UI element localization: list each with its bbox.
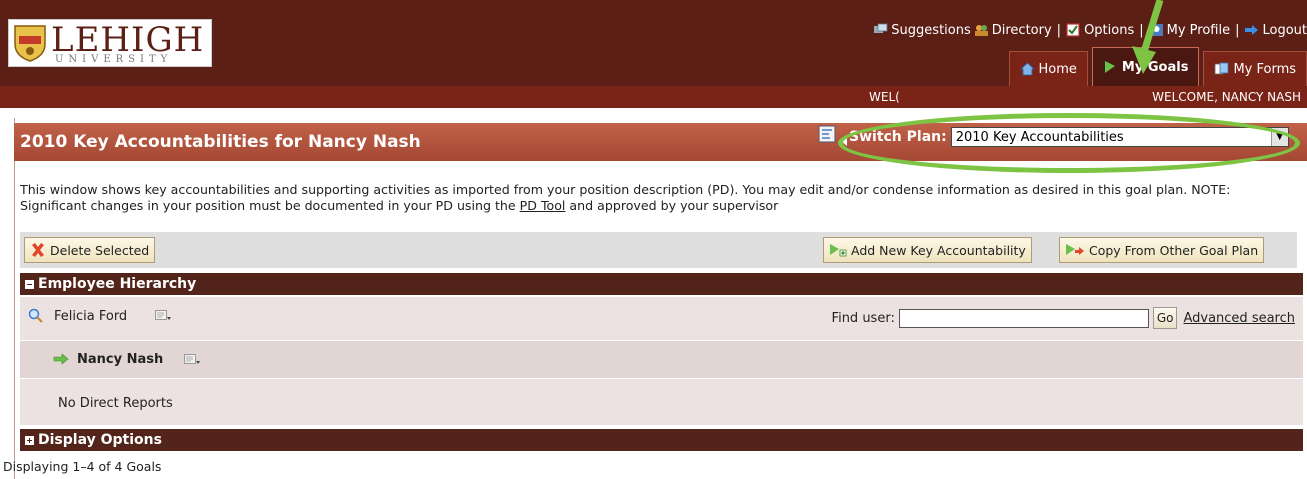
home-icon bbox=[1019, 62, 1035, 76]
display-options-header[interactable]: Display Options bbox=[20, 429, 1303, 451]
delete-selected-label: Delete Selected bbox=[50, 242, 150, 258]
find-user-label: Find user: bbox=[831, 310, 895, 326]
welcome-text-truncated: WEL( bbox=[869, 90, 900, 104]
current-user-row: Nancy Nash bbox=[20, 341, 1303, 378]
directory-icon bbox=[974, 25, 988, 36]
direct-reports-row: No Direct Reports bbox=[20, 379, 1303, 425]
separator: | bbox=[1056, 22, 1062, 38]
add-key-accountability-button[interactable]: Add New Key Accountability bbox=[823, 237, 1032, 263]
add-icon bbox=[830, 244, 847, 257]
add-key-accountability-label: Add New Key Accountability bbox=[851, 242, 1026, 258]
expand-icon[interactable] bbox=[25, 435, 34, 445]
logout-label: Logout bbox=[1262, 22, 1307, 38]
advanced-search-link[interactable]: Advanced search bbox=[1183, 311, 1295, 326]
my-profile-label: My Profile bbox=[1166, 22, 1231, 38]
description-text-end: and approved by your supervisor bbox=[565, 198, 779, 213]
welcome-text: WELCOME, NANCY NASH bbox=[1152, 90, 1301, 104]
vcard-menu-icon[interactable] bbox=[184, 354, 201, 366]
suggestions-icon bbox=[874, 23, 888, 33]
supervisor-row: Felicia Ford Find user: Go Advanced sear… bbox=[20, 297, 1303, 340]
options-icon bbox=[1066, 23, 1080, 37]
vcard-menu-icon[interactable] bbox=[155, 310, 172, 322]
find-user-input[interactable] bbox=[898, 308, 1149, 328]
arrow-right-icon bbox=[53, 353, 69, 365]
delete-icon bbox=[32, 243, 44, 257]
tab-home[interactable]: Home bbox=[1008, 51, 1088, 86]
go-button[interactable]: Go bbox=[1152, 307, 1178, 329]
copy-from-other-plan-button[interactable]: Copy From Other Goal Plan bbox=[1059, 237, 1265, 263]
no-direct-reports-text: No Direct Reports bbox=[58, 396, 173, 411]
print-icon[interactable] bbox=[818, 125, 836, 143]
suggestions-link[interactable]: Suggestions bbox=[873, 22, 971, 38]
directory-link[interactable]: Directory bbox=[974, 23, 1052, 38]
highlight-ring bbox=[838, 113, 1300, 173]
annotation-arrow-icon bbox=[1132, 0, 1164, 74]
logout-icon bbox=[1245, 25, 1259, 35]
supervisor-name[interactable]: Felicia Ford bbox=[54, 309, 127, 324]
display-options-label: Display Options bbox=[38, 432, 162, 448]
separator: | bbox=[1235, 22, 1240, 38]
top-links: Suggestions Directory | Options | My Pro… bbox=[873, 20, 1307, 40]
copy-from-other-plan-label: Copy From Other Goal Plan bbox=[1089, 242, 1259, 258]
directory-label: Directory bbox=[991, 22, 1052, 38]
pd-tool-link[interactable]: PD Tool bbox=[520, 198, 566, 213]
logout-link[interactable]: Logout bbox=[1244, 23, 1307, 38]
current-user-name[interactable]: Nancy Nash bbox=[77, 352, 163, 367]
action-toolbar: Delete Selected Add New Key Accountabili… bbox=[20, 232, 1297, 268]
delete-selected-button[interactable]: Delete Selected bbox=[24, 237, 156, 263]
find-user-control: Find user: Go Advanced search bbox=[832, 307, 1303, 329]
employee-hierarchy-header[interactable]: Employee Hierarchy bbox=[20, 273, 1303, 295]
crest-icon bbox=[14, 25, 46, 62]
goals-count-status: Displaying 1–4 of 4 Goals bbox=[3, 459, 162, 474]
copy-icon bbox=[1066, 244, 1084, 255]
logo-subtitle: UNIVERSITY bbox=[55, 54, 173, 65]
lehigh-logo[interactable]: LEHIGH UNIVERSITY bbox=[8, 19, 212, 67]
tab-home-label: Home bbox=[1038, 61, 1077, 77]
tab-my-forms[interactable]: My Forms bbox=[1203, 51, 1307, 86]
plan-description: This window shows key accountabilities a… bbox=[20, 182, 1300, 214]
page-title: 2010 Key Accountabilities for Nancy Nash bbox=[20, 132, 421, 152]
magnifier-icon[interactable] bbox=[28, 308, 43, 323]
forms-icon bbox=[1215, 62, 1229, 75]
collapse-icon[interactable] bbox=[25, 279, 34, 289]
employee-hierarchy-label: Employee Hierarchy bbox=[38, 276, 197, 292]
welcome-bar: WEL( WELCOME, NANCY NASH bbox=[0, 86, 1307, 108]
tab-my-forms-label: My Forms bbox=[1233, 61, 1296, 77]
suggestions-label: Suggestions bbox=[891, 22, 971, 38]
